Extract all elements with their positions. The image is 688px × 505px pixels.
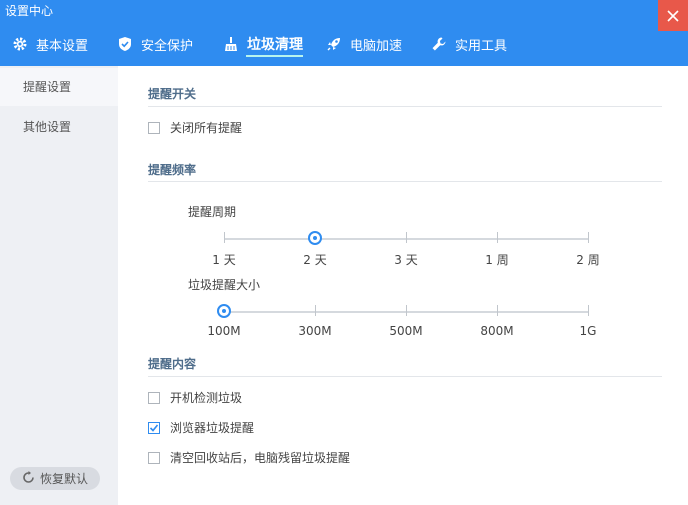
startup-junk-check-checkbox[interactable]: 开机检测垃圾 [148, 389, 242, 406]
tab-label: 电脑加速 [350, 38, 403, 54]
checkbox-label: 清空回收站后，电脑残留垃圾提醒 [170, 451, 351, 465]
junk-size-slider[interactable]: 100M 300M 500M 800M 1G [207, 302, 596, 342]
junk-size-label: 垃圾提醒大小 [188, 278, 261, 292]
tab-bar: 基本设置 安全保护 垃圾清理 电脑加速 实用工具 [0, 22, 688, 66]
checkbox-box [148, 121, 160, 134]
slider-tick-label: 3 天 [394, 253, 418, 267]
slider-tick [406, 305, 407, 316]
rocket-icon [326, 36, 342, 52]
slider-tick-label: 1 天 [212, 253, 236, 267]
slider-tick-label: 500M [389, 324, 423, 338]
tab-label: 安全保护 [141, 38, 194, 54]
checkbox-box [148, 391, 160, 404]
checkbox-label: 开机检测垃圾 [170, 391, 243, 405]
divider [148, 181, 662, 182]
restore-defaults-button[interactable]: 恢复默认 [10, 467, 100, 490]
sidebar-item-other-settings[interactable]: 其他设置 [0, 108, 118, 146]
section-title-frequency: 提醒频率 [148, 163, 197, 177]
divider [148, 106, 662, 107]
title-bar: 设置中心 基本设置 安全保护 垃圾清理 电脑加速 实用工具 [0, 0, 688, 66]
tab-label: 实用工具 [455, 38, 508, 54]
section-title-switch: 提醒开关 [148, 87, 197, 101]
tab-label: 垃圾清理 [247, 37, 303, 53]
slider-tick-label: 800M [480, 324, 514, 338]
slider-tick-label: 1G [579, 324, 597, 338]
slider-tick [224, 232, 225, 243]
sidebar-item-label: 其他设置 [23, 120, 72, 134]
window-title: 设置中心 [5, 4, 54, 18]
close-icon [667, 9, 679, 22]
slider-tick [315, 305, 316, 316]
tab-utilities[interactable]: 实用工具 [431, 22, 507, 66]
tab-pc-boost[interactable]: 电脑加速 [326, 22, 402, 66]
period-label: 提醒周期 [188, 205, 237, 219]
slider-tick-label: 1 周 [485, 253, 509, 267]
checkbox-box [148, 451, 160, 464]
browser-junk-reminder-checkbox[interactable]: 浏览器垃圾提醒 [148, 419, 254, 436]
reset-icon [22, 470, 35, 487]
restore-defaults-label: 恢复默认 [40, 472, 89, 486]
divider [148, 376, 662, 377]
close-all-reminders-checkbox[interactable]: 关闭所有提醒 [148, 119, 242, 136]
tab-basic-settings[interactable]: 基本设置 [12, 22, 88, 66]
slider-thumb[interactable] [308, 231, 322, 245]
slider-thumb[interactable] [217, 304, 231, 318]
slider-tick-label: 2 天 [303, 253, 327, 267]
slider-tick [497, 305, 498, 316]
period-slider[interactable]: 1 天 2 天 3 天 1 周 2 周 [212, 229, 600, 269]
slider-tick-label: 100M [207, 324, 241, 338]
section-title-content: 提醒内容 [148, 357, 197, 371]
gear-icon [12, 36, 28, 52]
recycle-bin-residue-reminder-checkbox[interactable]: 清空回收站后，电脑残留垃圾提醒 [148, 449, 350, 466]
checkbox-label: 关闭所有提醒 [170, 121, 243, 135]
checkbox-label: 浏览器垃圾提醒 [170, 421, 255, 435]
slider-tick [588, 305, 589, 316]
slider-tick-label: 2 周 [576, 253, 600, 267]
tab-security[interactable]: 安全保护 [117, 22, 193, 66]
sidebar-item-reminder-settings[interactable]: 提醒设置 [0, 68, 118, 106]
slider-tick-label: 300M [298, 324, 332, 338]
broom-icon [223, 36, 239, 52]
sidebar: 提醒设置 其他设置 [0, 66, 118, 505]
slider-tick [588, 232, 589, 243]
tab-label: 基本设置 [36, 38, 89, 54]
wrench-icon [431, 36, 447, 52]
check-icon [149, 423, 159, 432]
slider-tick [406, 232, 407, 243]
sidebar-item-label: 提醒设置 [23, 80, 72, 94]
tab-junk-cleanup[interactable]: 垃圾清理 [223, 22, 303, 66]
checkbox-box [148, 421, 160, 434]
slider-tick [497, 232, 498, 243]
shield-icon [117, 36, 133, 52]
